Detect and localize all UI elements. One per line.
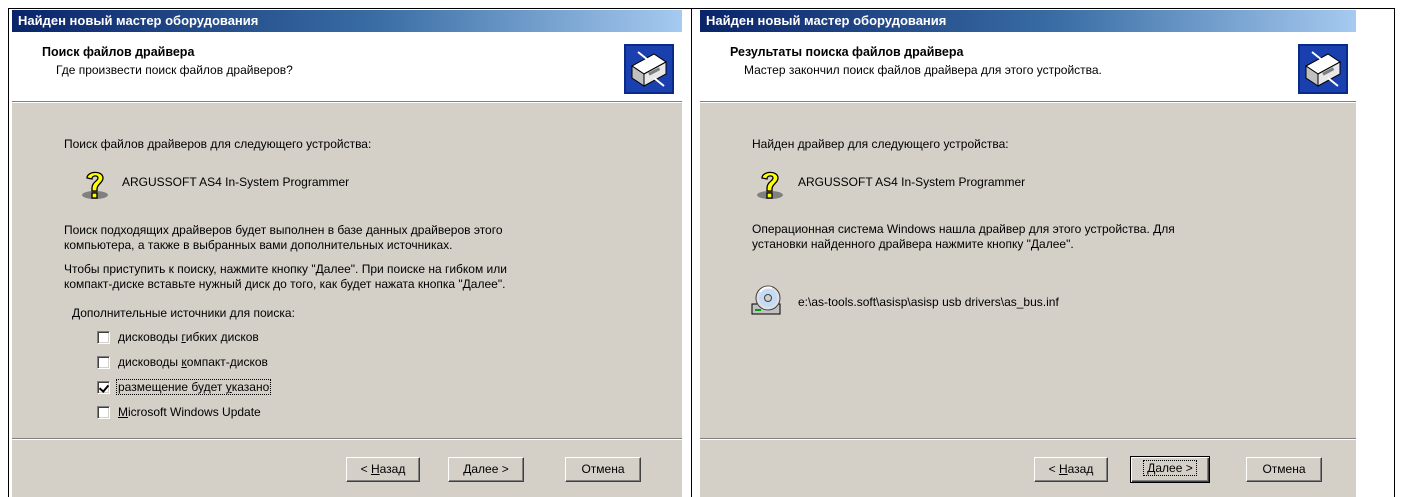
cdrom-checkbox[interactable] [97,356,110,369]
next-button[interactable]: Далее > [448,457,524,482]
next-button[interactable]: Далее > [1130,456,1210,483]
description-line: Поиск подходящих драйверов будет выполне… [64,223,503,237]
header-subtitle: Где произвести поиск файлов драйверов? [56,63,293,77]
header-subtitle: Мастер закончил поиск файлов драйвера дл… [744,63,1102,77]
specify-location-label[interactable]: размещение будет указано [115,379,272,395]
frame-right [1394,8,1395,497]
header-title: Поиск файлов драйвера [42,45,195,59]
hardware-wizard-icon [1298,44,1348,94]
hardware-wizard-icon [624,44,674,94]
window-title: Найден новый мастер оборудования [12,10,682,32]
cdrom-label[interactable]: дисководы компакт-дисков [118,355,268,369]
description-line: компьютера, а также в выбранных вами доп… [64,238,453,252]
device-name: ARGUSSOFT AS4 In-System Programmer [122,175,350,189]
frame-top [8,8,1395,9]
windows-update-checkbox[interactable] [97,406,110,419]
floppy-label[interactable]: дисководы гибких дисков [118,330,259,344]
description-line: установки найденного драйвера нажмите кн… [752,237,1074,251]
device-name: ARGUSSOFT AS4 In-System Programmer [798,175,1026,189]
next-button-label: Далее > [1143,460,1197,476]
description-line: Операционная система Windows нашла драйв… [752,222,1175,236]
frame-mid [691,8,692,497]
wizard-header: Результаты поиска файлов драйвера Мастер… [700,32,1356,103]
specify-location-checkbox[interactable] [97,381,110,394]
intro-text: Поиск файлов драйверов для следующего ус… [64,137,372,151]
back-button[interactable]: < Назад [346,457,420,482]
footer-divider [12,438,682,440]
driver-path: e:\as-tools.soft\asisp\asisp usb drivers… [798,295,1059,309]
instruction-line: Чтобы приступить к поиску, нажмите кнопк… [64,262,507,276]
floppy-checkbox[interactable] [97,331,110,344]
wizard-header: Поиск файлов драйвера Где произвести пои… [12,32,682,103]
instruction-line: компакт-диске вставьте нужный диск до то… [64,277,506,291]
windows-update-label[interactable]: Microsoft Windows Update [118,405,261,419]
cancel-button[interactable]: Отмена [1246,457,1322,482]
cd-driver-icon [751,285,781,315]
question-mark-icon [757,171,783,199]
wizard-body: Найден драйвер для следующего устройства… [700,102,1356,457]
wizard-body: Поиск файлов драйверов для следующего ус… [12,102,682,457]
wizard-window-results: Найден новый мастер оборудования Результ… [700,10,1356,497]
sources-label: Дополнительные источники для поиска: [72,306,295,320]
cancel-button[interactable]: Отмена [565,457,641,482]
question-mark-icon [82,171,108,199]
footer-divider [700,438,1356,440]
window-title: Найден новый мастер оборудования [700,10,1356,32]
back-button[interactable]: < Назад [1034,457,1108,482]
header-title: Результаты поиска файлов драйвера [730,45,964,59]
intro-text: Найден драйвер для следующего устройства… [752,137,1009,151]
wizard-window-search: Найден новый мастер оборудования Поиск ф… [12,10,682,497]
frame-left [8,8,9,497]
